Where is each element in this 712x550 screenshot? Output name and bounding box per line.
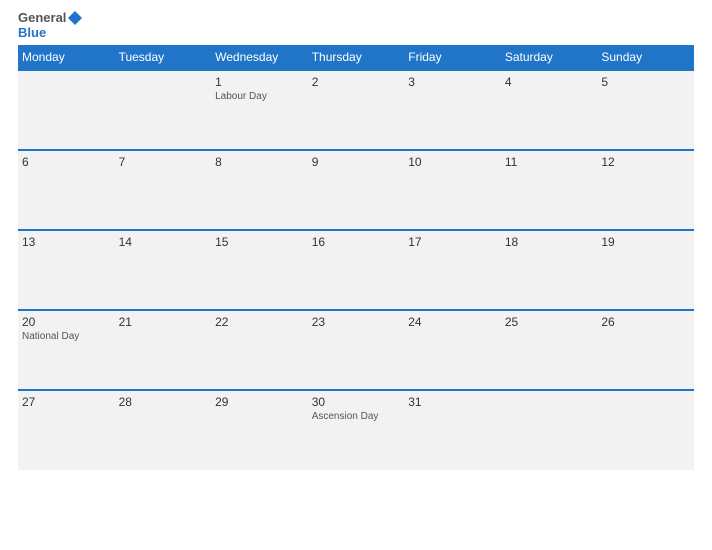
calendar-body: 1Labour Day23456789101112131415161718192… bbox=[18, 70, 694, 470]
day-number: 17 bbox=[408, 235, 497, 249]
day-number: 12 bbox=[601, 155, 690, 169]
week-row-4: 20 National Day 21 22 23 24 25 26 bbox=[18, 310, 694, 390]
weekday-header-monday: Monday bbox=[18, 45, 115, 70]
day-number: 30 bbox=[312, 395, 401, 409]
calendar-cell: 13 bbox=[18, 230, 115, 310]
week-row-5: 27 28 29 30 Ascension Day 31 bbox=[18, 390, 694, 470]
calendar-cell: 6 bbox=[18, 150, 115, 230]
logo-general: General bbox=[18, 10, 82, 26]
header: General Blue bbox=[18, 10, 694, 39]
day-number: 15 bbox=[215, 235, 304, 249]
calendar-cell: 17 bbox=[404, 230, 501, 310]
calendar-cell: 31 bbox=[404, 390, 501, 470]
calendar-cell bbox=[18, 70, 115, 150]
calendar-cell: 30 Ascension Day bbox=[308, 390, 405, 470]
day-number: 28 bbox=[119, 395, 208, 409]
day-number: 11 bbox=[505, 155, 594, 169]
calendar-cell: 20 National Day bbox=[18, 310, 115, 390]
calendar-cell: 27 bbox=[18, 390, 115, 470]
day-number: 14 bbox=[119, 235, 208, 249]
day-number: 13 bbox=[22, 235, 111, 249]
calendar-cell: 11 bbox=[501, 150, 598, 230]
calendar-cell: 3 bbox=[404, 70, 501, 150]
day-number: 6 bbox=[22, 155, 111, 169]
day-number: 16 bbox=[312, 235, 401, 249]
calendar-cell: 5 bbox=[597, 70, 694, 150]
calendar-cell: 15 bbox=[211, 230, 308, 310]
calendar-cell: 16 bbox=[308, 230, 405, 310]
calendar-cell: 2 bbox=[308, 70, 405, 150]
calendar-cell: 28 bbox=[115, 390, 212, 470]
day-number: 10 bbox=[408, 155, 497, 169]
day-event: National Day bbox=[22, 331, 111, 342]
day-number: 3 bbox=[408, 75, 497, 89]
calendar-header: MondayTuesdayWednesdayThursdayFridaySatu… bbox=[18, 45, 694, 70]
calendar-cell: 22 bbox=[211, 310, 308, 390]
day-number: 21 bbox=[119, 315, 208, 329]
day-number: 4 bbox=[505, 75, 594, 89]
calendar-cell: 26 bbox=[597, 310, 694, 390]
calendar-cell: 10 bbox=[404, 150, 501, 230]
day-number: 22 bbox=[215, 315, 304, 329]
day-number: 29 bbox=[215, 395, 304, 409]
weekday-header-row: MondayTuesdayWednesdayThursdayFridaySatu… bbox=[18, 45, 694, 70]
day-number: 23 bbox=[312, 315, 401, 329]
week-row-3: 13 14 15 16 17 18 19 bbox=[18, 230, 694, 310]
day-number: 20 bbox=[22, 315, 111, 329]
calendar-cell: 18 bbox=[501, 230, 598, 310]
weekday-header-thursday: Thursday bbox=[308, 45, 405, 70]
week-row-2: 6789 10 11 12 bbox=[18, 150, 694, 230]
calendar-cell bbox=[115, 70, 212, 150]
day-number: 1 bbox=[215, 75, 304, 89]
weekday-header-wednesday: Wednesday bbox=[211, 45, 308, 70]
calendar-cell: 19 bbox=[597, 230, 694, 310]
calendar-cell bbox=[501, 390, 598, 470]
weekday-header-sunday: Sunday bbox=[597, 45, 694, 70]
day-number: 31 bbox=[408, 395, 497, 409]
calendar-table: MondayTuesdayWednesdayThursdayFridaySatu… bbox=[18, 45, 694, 470]
day-number: 26 bbox=[601, 315, 690, 329]
week-row-1: 1 Labour Day 2345 bbox=[18, 70, 694, 150]
calendar-cell bbox=[597, 390, 694, 470]
day-number: 27 bbox=[22, 395, 111, 409]
calendar-cell: 1 Labour Day bbox=[211, 70, 308, 150]
calendar-cell: 25 bbox=[501, 310, 598, 390]
calendar-cell: 9 bbox=[308, 150, 405, 230]
logo-blue: Blue bbox=[18, 26, 46, 39]
calendar-cell: 21 bbox=[115, 310, 212, 390]
day-number: 9 bbox=[312, 155, 401, 169]
day-number: 18 bbox=[505, 235, 594, 249]
day-number: 25 bbox=[505, 315, 594, 329]
weekday-header-saturday: Saturday bbox=[501, 45, 598, 70]
day-event: Labour Day bbox=[215, 91, 304, 102]
day-number: 2 bbox=[312, 75, 401, 89]
day-event: Ascension Day bbox=[312, 411, 401, 422]
calendar-cell: 24 bbox=[404, 310, 501, 390]
day-number: 24 bbox=[408, 315, 497, 329]
weekday-header-friday: Friday bbox=[404, 45, 501, 70]
calendar-cell: 23 bbox=[308, 310, 405, 390]
calendar-cell: 4 bbox=[501, 70, 598, 150]
logo: General Blue bbox=[18, 10, 82, 39]
calendar-cell: 14 bbox=[115, 230, 212, 310]
calendar-cell: 8 bbox=[211, 150, 308, 230]
day-number: 7 bbox=[119, 155, 208, 169]
calendar-cell: 29 bbox=[211, 390, 308, 470]
calendar-page: General Blue MondayTuesdayWednesdayThurs… bbox=[0, 0, 712, 550]
calendar-cell: 7 bbox=[115, 150, 212, 230]
day-number: 8 bbox=[215, 155, 304, 169]
calendar-cell: 12 bbox=[597, 150, 694, 230]
weekday-header-tuesday: Tuesday bbox=[115, 45, 212, 70]
day-number: 19 bbox=[601, 235, 690, 249]
day-number: 5 bbox=[601, 75, 690, 89]
